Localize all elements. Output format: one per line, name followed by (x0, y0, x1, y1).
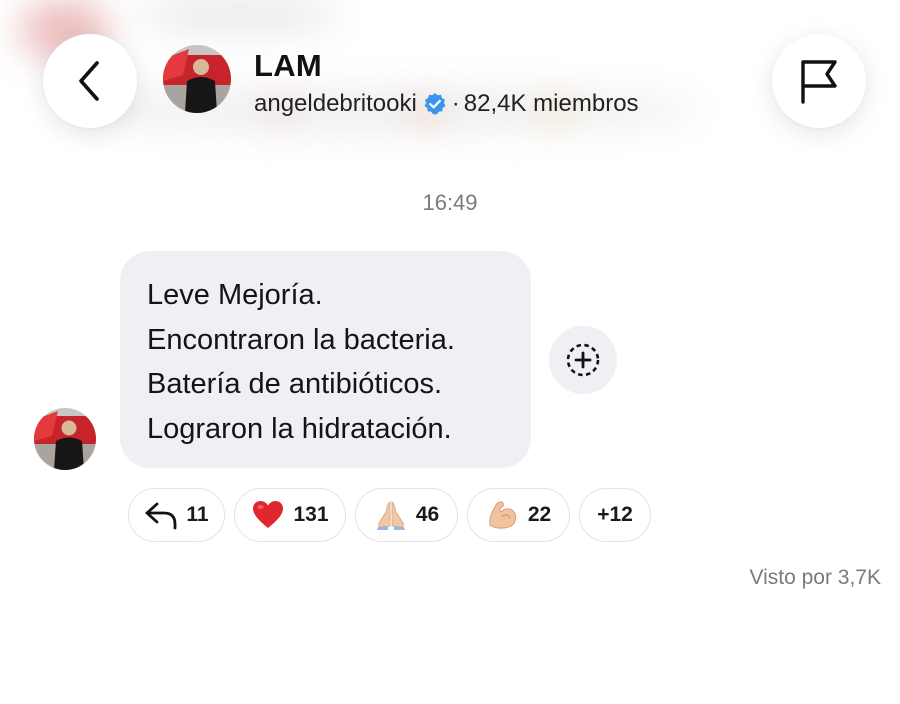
message-line: Lograron la hidratación. (147, 412, 452, 445)
message-line: Encontraron la bacteria. (147, 323, 455, 356)
channel-handle: angeldebritooki (254, 90, 417, 117)
replies-count: 11 (186, 503, 209, 526)
add-reaction-icon (566, 343, 600, 377)
message-bubble[interactable]: Leve Mejoría. Encontraron la bacteria. B… (120, 251, 531, 468)
message-line: Leve Mejoría. (147, 279, 323, 311)
add-reaction-button[interactable] (549, 326, 617, 394)
channel-title[interactable]: LAM (254, 48, 322, 84)
message-line: Batería de antibióticos. (147, 368, 443, 400)
reaction-muscle[interactable]: 22 (467, 488, 570, 542)
replies-button[interactable]: 11 (128, 488, 225, 542)
heart-count: 131 (293, 503, 329, 526)
more-reactions-label: +12 (597, 503, 633, 526)
reply-arrow-icon (144, 498, 178, 532)
muscle-count: 22 (527, 503, 552, 526)
chevron-left-icon (79, 61, 99, 101)
pray-count: 46 (415, 503, 440, 526)
message-timestamp: 16:49 (422, 190, 478, 215)
pray-emoji-icon (374, 498, 408, 532)
reaction-heart[interactable]: 131 (234, 488, 346, 542)
heart-emoji-icon (251, 498, 285, 532)
report-flag-button[interactable] (772, 34, 866, 128)
seen-by-label[interactable]: Visto por 3,7K (749, 566, 881, 590)
more-reactions-button[interactable]: +12 (579, 488, 651, 542)
subtitle-separator: · (451, 90, 460, 117)
member-count: 82,4K miembros (463, 90, 639, 117)
channel-avatar[interactable] (163, 45, 231, 113)
back-button[interactable] (43, 34, 137, 128)
muscle-emoji-icon (486, 498, 520, 532)
channel-subtitle[interactable]: angeldebritooki · 82,4K miembros (254, 90, 639, 118)
flag-icon (801, 60, 837, 104)
sender-avatar[interactable] (34, 408, 96, 470)
verified-badge-icon (424, 93, 446, 115)
reaction-pray[interactable]: 46 (355, 488, 458, 542)
